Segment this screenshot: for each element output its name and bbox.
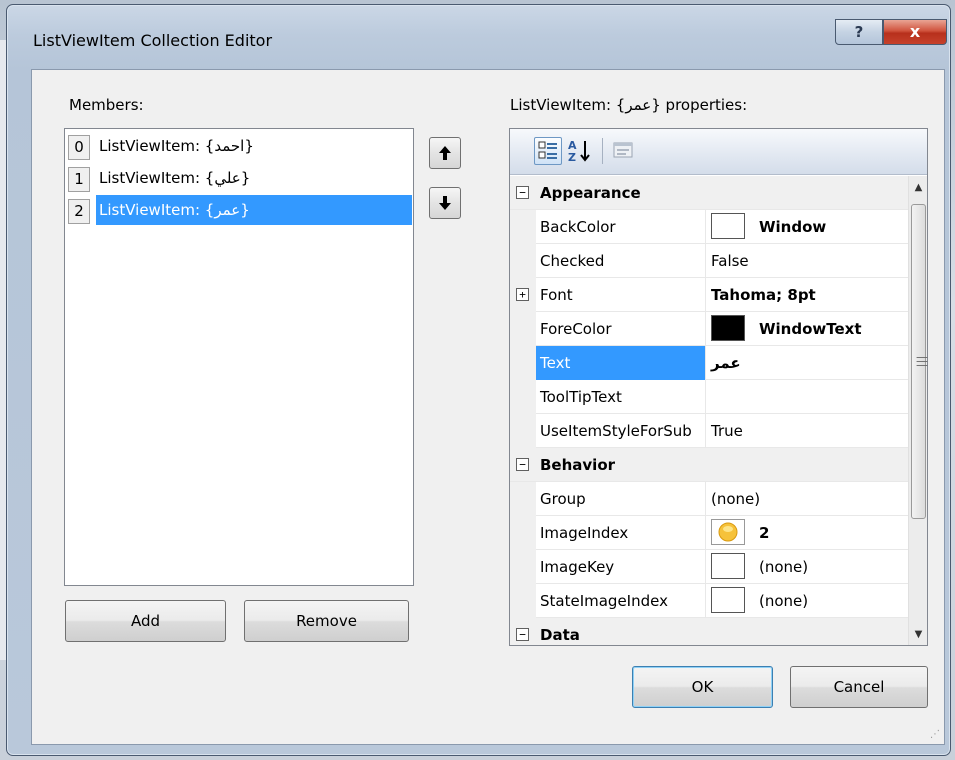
arrow-down-icon	[439, 196, 451, 210]
property-grid-toolbar: A Z	[510, 129, 927, 175]
add-button[interactable]: Add	[65, 600, 226, 642]
resize-grip-icon[interactable]: ⋰	[930, 729, 940, 740]
collection-editor-dialog: ListViewItem Collection Editor ? x Membe…	[6, 4, 951, 756]
property-grid-scrollbar[interactable]: ▲ — — — ▼	[908, 176, 928, 645]
prop-value[interactable]: Window	[707, 210, 907, 244]
scroll-thumb[interactable]: — — —	[911, 204, 928, 519]
prop-value[interactable]: False	[707, 244, 907, 278]
prop-value[interactable]: WindowText	[707, 312, 907, 346]
prop-row-stateimageindex[interactable]: StateImageIndex (none)	[510, 584, 908, 618]
category-name: Data	[540, 626, 580, 644]
collapse-icon[interactable]: −	[516, 628, 529, 641]
dialog-client-area: Members: 0 ListViewItem: {احمد} 1 ListVi…	[31, 69, 945, 745]
toolbar-separator	[602, 138, 603, 164]
prop-name: Font	[536, 278, 706, 312]
color-swatch	[711, 315, 745, 341]
scroll-down-icon[interactable]: ▼	[909, 625, 928, 645]
prop-name: StateImageIndex	[536, 584, 706, 618]
prop-value[interactable]: 2	[707, 516, 907, 550]
prop-name: Text	[536, 346, 706, 380]
prop-value[interactable]: True	[707, 414, 907, 448]
category-name: Appearance	[540, 184, 641, 202]
help-button[interactable]: ?	[835, 19, 883, 45]
move-down-button[interactable]	[429, 187, 461, 219]
categorized-icon	[538, 141, 557, 159]
member-index: 2	[68, 199, 90, 224]
prop-row-useitemstyle[interactable]: UseItemStyleForSub True	[510, 414, 908, 448]
members-label: Members:	[69, 96, 144, 114]
move-up-button[interactable]	[429, 137, 461, 169]
prop-value[interactable]: (none)	[707, 482, 907, 516]
arrow-up-icon	[439, 146, 451, 160]
close-button[interactable]: x	[883, 19, 947, 45]
prop-row-font[interactable]: + Font Tahoma; 8pt	[510, 278, 908, 312]
scroll-up-icon[interactable]: ▲	[909, 178, 928, 198]
alphabetical-button[interactable]: A Z	[566, 137, 594, 165]
property-pages-button[interactable]	[610, 137, 638, 165]
prop-name: Checked	[536, 244, 706, 278]
member-item-1[interactable]: 1 ListViewItem: {علي}	[66, 163, 412, 193]
member-index: 1	[68, 167, 90, 192]
category-data[interactable]: − Data	[510, 618, 908, 645]
prop-name: Group	[536, 482, 706, 516]
grip-icon: — — —	[916, 350, 928, 372]
prop-name: ForeColor	[536, 312, 706, 346]
member-text: ListViewItem: {احمد}	[99, 137, 254, 155]
prop-row-forecolor[interactable]: ForeColor WindowText	[510, 312, 908, 346]
category-name: Behavior	[540, 456, 616, 474]
prop-value[interactable]: عمر	[707, 346, 907, 380]
member-text: ListViewItem: {عمر}	[96, 195, 412, 225]
property-rows: − Appearance BackColor Window Checked Fa…	[510, 176, 908, 645]
help-icon: ?	[854, 23, 864, 41]
prop-row-checked[interactable]: Checked False	[510, 244, 908, 278]
collapse-icon[interactable]: −	[516, 186, 529, 199]
categorized-button[interactable]	[534, 137, 562, 165]
color-swatch	[711, 213, 745, 239]
svg-text:Z: Z	[568, 151, 576, 164]
prop-row-tooltiptext[interactable]: ToolTipText	[510, 380, 908, 414]
prop-name: ImageIndex	[536, 516, 706, 550]
prop-name: ImageKey	[536, 550, 706, 584]
prop-row-backcolor[interactable]: BackColor Window	[510, 210, 908, 244]
prop-value[interactable]	[707, 380, 907, 414]
prop-value[interactable]: (none)	[707, 550, 907, 584]
member-item-2[interactable]: 2 ListViewItem: {عمر}	[66, 195, 412, 225]
property-grid: A Z − Appearance BackColor Window Checke…	[509, 128, 928, 646]
prop-value[interactable]: Tahoma; 8pt	[707, 278, 907, 312]
prop-name: BackColor	[536, 210, 706, 244]
alphabetical-icon: A Z	[568, 139, 590, 164]
remove-button[interactable]: Remove	[244, 600, 409, 642]
cancel-button[interactable]: Cancel	[790, 666, 928, 708]
image-preview-icon	[711, 553, 745, 579]
member-item-0[interactable]: 0 ListViewItem: {احمد}	[66, 131, 412, 161]
prop-row-group[interactable]: Group (none)	[510, 482, 908, 516]
member-text: ListViewItem: {علي}	[99, 169, 251, 187]
member-index: 0	[68, 135, 90, 160]
category-appearance[interactable]: − Appearance	[510, 176, 908, 210]
category-behavior[interactable]: − Behavior	[510, 448, 908, 482]
members-listbox[interactable]: 0 ListViewItem: {احمد} 1 ListViewItem: {…	[64, 128, 414, 586]
prop-name: ToolTipText	[536, 380, 706, 414]
ok-button[interactable]: OK	[632, 666, 773, 708]
prop-name: UseItemStyleForSub	[536, 414, 706, 448]
properties-label: ListViewItem: {عمر} properties:	[510, 96, 748, 114]
property-pages-icon	[613, 142, 633, 158]
prop-row-imagekey[interactable]: ImageKey (none)	[510, 550, 908, 584]
image-preview-icon	[711, 519, 745, 545]
close-icon: x	[909, 22, 921, 41]
prop-row-text[interactable]: Text عمر	[510, 346, 908, 380]
window-title: ListViewItem Collection Editor	[33, 31, 273, 50]
prop-value[interactable]: (none)	[707, 584, 907, 618]
image-preview-icon	[711, 587, 745, 613]
prop-row-imageindex[interactable]: ImageIndex 2	[510, 516, 908, 550]
expand-icon[interactable]: +	[516, 288, 529, 301]
collapse-icon[interactable]: −	[516, 458, 529, 471]
